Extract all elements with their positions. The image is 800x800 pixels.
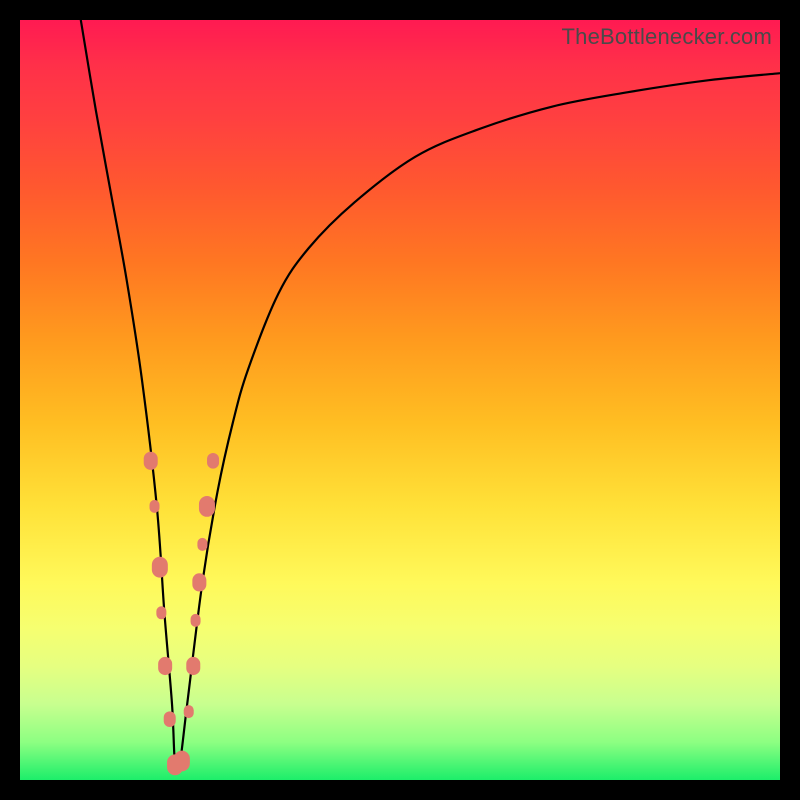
- bottleneck-curve: [81, 20, 780, 772]
- curve-svg: [20, 20, 780, 780]
- data-marker: [150, 500, 160, 513]
- data-marker: [207, 453, 219, 469]
- data-marker: [174, 751, 190, 772]
- data-marker: [152, 557, 168, 578]
- data-marker: [199, 496, 215, 517]
- data-marker: [184, 705, 194, 718]
- data-marker: [156, 606, 166, 619]
- marker-group: [144, 452, 219, 776]
- data-marker: [192, 573, 206, 591]
- data-marker: [164, 711, 176, 727]
- data-marker: [191, 614, 201, 627]
- data-marker: [144, 452, 158, 470]
- data-marker: [186, 657, 200, 675]
- chart-frame: TheBottlenecker.com: [0, 0, 800, 800]
- data-marker: [158, 657, 172, 675]
- plot-area: TheBottlenecker.com: [20, 20, 780, 780]
- data-marker: [197, 538, 207, 551]
